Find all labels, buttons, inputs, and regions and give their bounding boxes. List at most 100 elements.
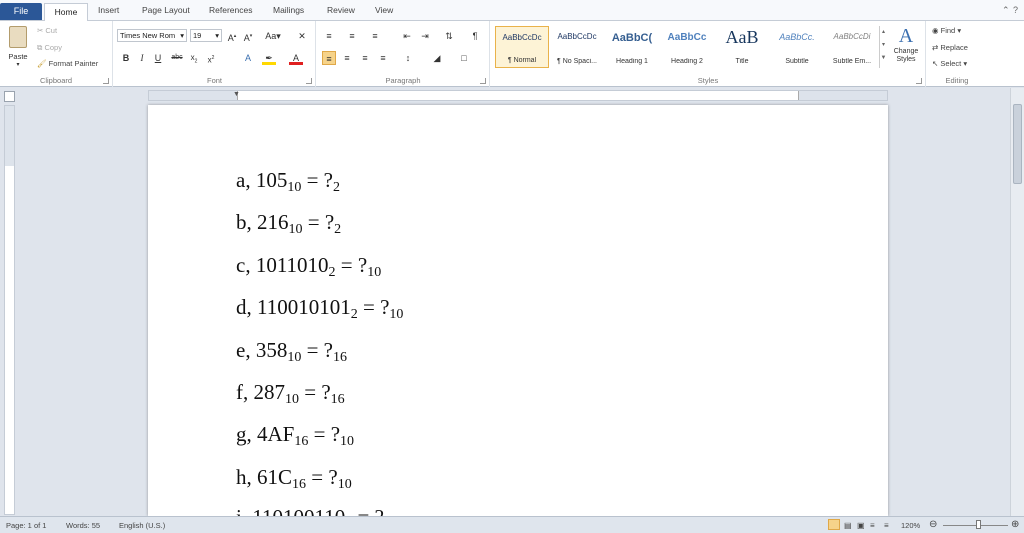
change-styles-button[interactable]: A Change Styles xyxy=(889,24,923,72)
shading-icon[interactable]: ◢ xyxy=(430,51,444,65)
paragraph-dialog-launcher[interactable] xyxy=(480,78,486,84)
tab-selector[interactable] xyxy=(4,91,15,102)
line-spacing-icon[interactable]: ↕ xyxy=(401,51,415,65)
align-center-icon[interactable]: ≡ xyxy=(340,51,354,65)
sort-icon[interactable]: ⇅ xyxy=(442,29,456,43)
format-painter-button[interactable]: 🖌 Format Painter xyxy=(37,59,98,68)
style-no-spacing[interactable]: AaBbCcDc ¶ No Spaci... xyxy=(550,26,604,68)
tab-references[interactable]: References xyxy=(209,5,252,15)
find-button[interactable]: ◉ Find ▾ xyxy=(932,26,961,35)
minimize-ribbon-icon[interactable]: ⌃ xyxy=(1002,5,1010,16)
print-layout-icon[interactable] xyxy=(828,519,840,530)
line-text: b, 216 xyxy=(236,210,289,234)
superscript-icon[interactable]: x2 xyxy=(204,51,218,65)
paste-button[interactable]: Paste ▾ xyxy=(4,24,32,72)
font-dialog-launcher[interactable] xyxy=(306,78,312,84)
zoom-slider-thumb[interactable] xyxy=(976,520,981,529)
style-subtitle[interactable]: AaBbCc. Subtitle xyxy=(770,26,824,68)
clipboard-dialog-launcher[interactable] xyxy=(103,78,109,84)
align-right-icon[interactable]: ≡ xyxy=(358,51,372,65)
line-base-1: 10 xyxy=(287,180,302,195)
clear-formatting-icon[interactable]: ✕ xyxy=(295,29,309,43)
shrink-font-icon[interactable]: A▾ xyxy=(241,29,255,43)
tab-view[interactable]: View xyxy=(375,5,393,15)
line-base-2: 10 xyxy=(367,265,382,280)
decrease-indent-icon[interactable]: ⇤ xyxy=(400,29,414,43)
justify-icon[interactable]: ≡ xyxy=(376,51,390,65)
underline-icon[interactable]: U xyxy=(151,51,165,65)
italic-icon[interactable]: I xyxy=(135,51,149,65)
font-group: Times New Rom ▾ 19 ▾ A▴ A▾ Aa▾ ✕ B I U abc… xyxy=(114,21,316,87)
find-label: Find xyxy=(940,26,956,35)
style-heading-2[interactable]: AaBbCc Heading 2 xyxy=(660,26,714,68)
numbering-icon[interactable]: ≡ xyxy=(345,29,359,43)
help-icon[interactable]: ? xyxy=(1013,5,1018,15)
tab-mailings[interactable]: Mailings xyxy=(273,5,304,15)
vertical-scrollbar[interactable] xyxy=(1010,88,1024,516)
editing-group-label: Editing xyxy=(945,76,969,85)
paintbrush-icon: 🖌 xyxy=(37,59,47,68)
language-indicator[interactable]: English (U.S.) xyxy=(119,521,165,530)
grow-font-icon[interactable]: A▴ xyxy=(225,29,239,43)
align-left-icon[interactable]: ≡ xyxy=(322,51,336,65)
scroll-thumb[interactable] xyxy=(1013,104,1022,184)
line-text: e, 358 xyxy=(236,338,288,362)
style-title[interactable]: AaB Title xyxy=(715,26,769,68)
styles-scroll-buttons[interactable]: ▴ ▾ ▼ xyxy=(879,26,887,68)
page-count[interactable]: Page: 1 of 1 xyxy=(6,521,46,530)
font-size-dropdown-icon: ▾ xyxy=(215,31,219,40)
zoom-out-icon[interactable]: ⊖ xyxy=(929,519,937,530)
increase-indent-icon[interactable]: ⇥ xyxy=(418,29,432,43)
zoom-level[interactable]: 120% xyxy=(901,521,920,530)
font-size-combo[interactable]: 19 ▾ xyxy=(190,29,222,42)
tab-insert[interactable]: Insert xyxy=(98,5,119,15)
outline-icon[interactable]: ≡ xyxy=(870,521,875,530)
change-case-icon[interactable]: Aa▾ xyxy=(263,29,283,43)
font-color-icon[interactable]: A xyxy=(289,51,303,65)
word-count[interactable]: Words: 55 xyxy=(66,521,100,530)
replace-button[interactable]: ⇄ Replace xyxy=(932,43,968,52)
style-name: Subtitle xyxy=(785,58,809,65)
show-formatting-icon[interactable]: ¶ xyxy=(468,29,482,43)
style-preview: AaBbCcDc xyxy=(557,32,597,41)
problem-line-a: a, 10510 = ?2 xyxy=(236,168,340,196)
tab-home[interactable]: Home xyxy=(44,3,88,22)
tab-page-layout[interactable]: Page Layout xyxy=(142,5,190,15)
bold-icon[interactable]: B xyxy=(119,51,133,65)
zoom-in-icon[interactable]: ⊕ xyxy=(1011,519,1019,530)
ruler-margin-left xyxy=(149,91,237,100)
replace-label: Replace xyxy=(940,43,968,52)
line-base-1: 16 xyxy=(292,477,307,492)
style-normal[interactable]: AaBbCcDc ¶ Normal xyxy=(495,26,549,68)
strikethrough-icon[interactable]: abc xyxy=(170,51,184,65)
style-preview: AaBbCc. xyxy=(779,32,815,42)
text-effects-icon[interactable]: A xyxy=(241,51,255,65)
borders-icon[interactable]: □ xyxy=(457,51,471,65)
horizontal-ruler[interactable]: ▼ xyxy=(148,90,888,101)
copy-button[interactable]: ⧉ Copy xyxy=(37,43,62,53)
styles-dialog-launcher[interactable] xyxy=(916,78,922,84)
font-name-combo[interactable]: Times New Rom ▾ xyxy=(117,29,187,42)
full-screen-reading-icon[interactable]: ▤ xyxy=(844,521,852,530)
bullets-icon[interactable]: ≡ xyxy=(322,29,336,43)
cut-button[interactable]: ✂ Cut xyxy=(37,26,57,35)
document-page[interactable]: a, 10510 = ?2 b, 21610 = ?2 c, 10110102 … xyxy=(148,105,888,516)
styles-group: AaBbCcDc ¶ Normal AaBbCcDc ¶ No Spaci... A… xyxy=(491,21,926,87)
draft-icon[interactable]: ≡ xyxy=(884,521,889,530)
style-heading-1[interactable]: AaBbC(Heading 1 xyxy=(605,26,659,68)
web-layout-icon[interactable]: ▣ xyxy=(857,521,865,530)
style-subtle-emphasis[interactable]: AaBbCcDi Subtle Em... xyxy=(825,26,879,68)
highlight-color-icon[interactable]: ✒ xyxy=(262,51,276,65)
subscript-icon[interactable]: x2 xyxy=(187,51,201,65)
replace-icon: ⇄ xyxy=(932,43,939,52)
tab-review[interactable]: Review xyxy=(327,5,355,15)
change-styles-label: Change Styles xyxy=(893,48,919,63)
line-text: h, 61C xyxy=(236,465,293,489)
select-button[interactable]: ↖ Select ▾ xyxy=(932,59,967,68)
style-name: ¶ Normal xyxy=(507,57,537,64)
indent-marker-icon[interactable]: ▼ xyxy=(233,91,240,98)
vertical-ruler[interactable] xyxy=(4,105,15,515)
tab-file[interactable]: File xyxy=(0,3,42,20)
multilevel-list-icon[interactable]: ≡ xyxy=(368,29,382,43)
line-base-1: 10 xyxy=(288,222,303,237)
